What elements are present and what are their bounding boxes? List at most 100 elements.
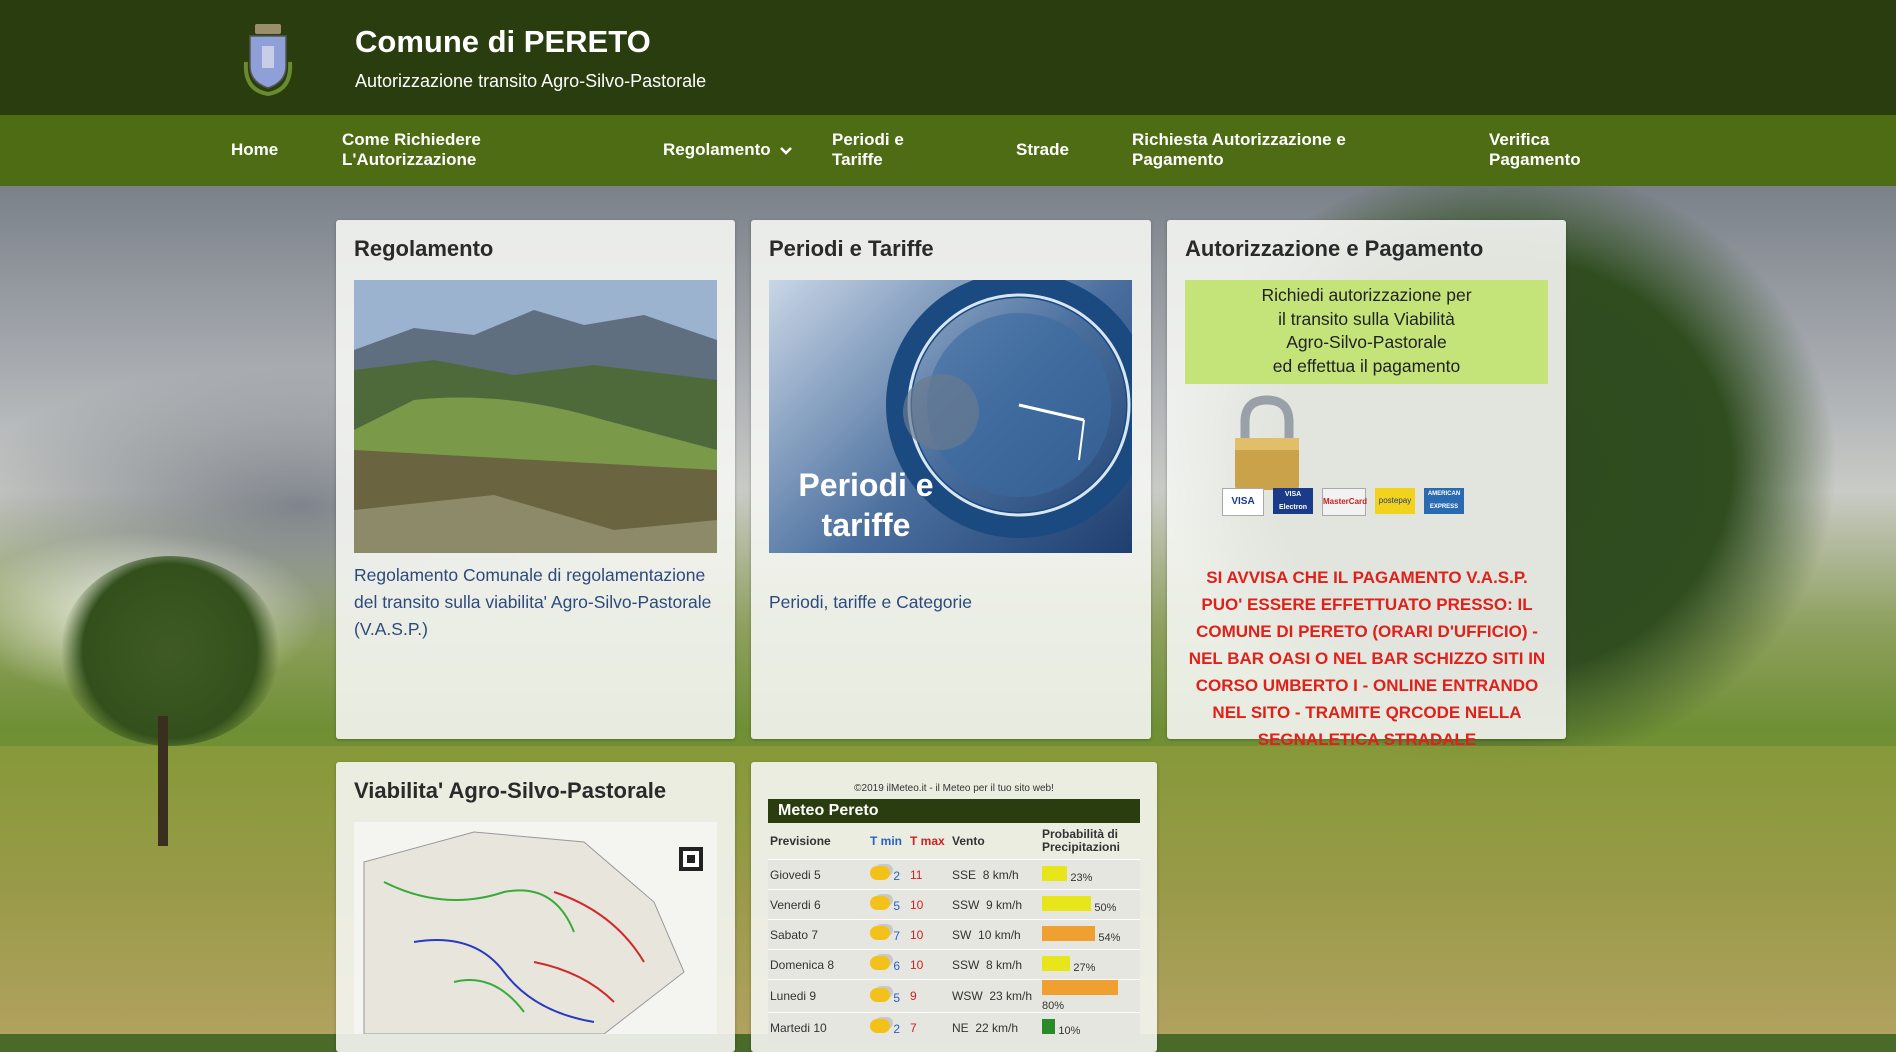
weather-icon	[870, 987, 890, 1002]
weather-icon	[870, 926, 890, 940]
weather-icon	[870, 1019, 890, 1033]
meteo-prob: 27%	[1040, 949, 1140, 980]
meteo-prob: 10%	[1040, 1012, 1140, 1042]
weather-icon	[870, 896, 890, 910]
nav-strade[interactable]: Strade	[1016, 140, 1069, 160]
nav-come-richiedere[interactable]: Come Richiedere L'Autorizzazione	[342, 130, 502, 170]
meteo-prob-label: 54%	[1098, 931, 1121, 944]
meteo-wind: SW 10 km/h	[950, 919, 1040, 950]
meteo-day: Sabato 7	[768, 919, 868, 950]
banner-line: ed effettua il pagamento	[1272, 355, 1461, 376]
meteo-prob: 23%	[1040, 859, 1140, 890]
card-viabilita: Viabilita' Agro-Silvo-Pastorale	[336, 762, 735, 1052]
meteo-wind-speed: 9 km/h	[986, 897, 1023, 912]
postepay-icon: postepay	[1375, 488, 1415, 514]
meteo-tmax: 11	[908, 859, 950, 890]
meteo-credit[interactable]: ©2019 ilMeteo.it - il Meteo per il tuo s…	[768, 779, 1140, 799]
meteo-day: Martedi 10	[768, 1012, 868, 1042]
col-tmin: T min	[870, 833, 902, 848]
mountain-landscape-image[interactable]	[354, 280, 717, 553]
banner-line: Richiedi autorizzazione per	[1261, 285, 1472, 305]
meteo-wind: NE 22 km/h	[950, 1012, 1040, 1042]
nav-regolamento-label: Regolamento	[663, 140, 771, 159]
meteo-prob-label: 80%	[1042, 1000, 1065, 1012]
mastercard-icon: MasterCard	[1322, 488, 1367, 516]
meteo-tmax: 7	[908, 1012, 950, 1042]
meteo-tmax: 10	[908, 949, 950, 980]
meteo-tmax: 9	[908, 979, 950, 1013]
meteo-title[interactable]: Meteo Pereto	[768, 799, 1140, 823]
meteo-tmin: 2	[893, 869, 901, 883]
background-tree-trunk	[158, 716, 168, 846]
periodi-link[interactable]: Periodi, tariffe e Categorie	[769, 589, 972, 616]
site-subtitle: Autorizzazione transito Agro-Silvo-Pasto…	[355, 71, 707, 91]
meteo-prob: 50%	[1040, 889, 1140, 920]
meteo-wind-speed: 22 km/h	[975, 1020, 1019, 1035]
meteo-table: Previsione T min T max Vento Probabilità…	[768, 823, 1140, 1042]
clock-tariffe-image[interactable]: Periodi e tariffe	[769, 280, 1132, 553]
meteo-icon-cell: 6	[868, 949, 908, 980]
col-previsione: Previsione	[770, 833, 831, 848]
precipitation-bar	[1042, 865, 1067, 881]
meteo-wind-speed: 23 km/h	[989, 989, 1033, 1003]
chevron-down-icon	[779, 141, 793, 161]
meteo-wind: SSW 8 km/h	[950, 949, 1040, 980]
precipitation-bar	[1042, 925, 1095, 941]
richiedi-autorizzazione-banner[interactable]: Richiedi autorizzazione per il transito …	[1185, 280, 1548, 384]
nav-richiesta-autorizzazione[interactable]: Richiesta Autorizzazione e Pagamento	[1132, 130, 1352, 170]
meteo-wind-dir: SSE	[952, 867, 977, 882]
nav-periodi-tariffe[interactable]: Periodi e Tariffe	[832, 130, 912, 170]
meteo-row: Lunedi 9 5 9 WSW 23 km/h 80%	[768, 979, 1140, 1013]
card-title: Autorizzazione e Pagamento	[1185, 236, 1484, 261]
card-title: Viabilita' Agro-Silvo-Pastorale	[354, 778, 667, 803]
nav-verifica-pagamento[interactable]: Verifica Pagamento	[1489, 130, 1589, 170]
meteo-icon-cell: 7	[868, 919, 908, 950]
meteo-wind-dir: SSW	[952, 957, 980, 972]
meteo-wind: SSE 8 km/h	[950, 859, 1040, 890]
meteo-prob-label: 50%	[1094, 901, 1117, 914]
meteo-row: Martedi 10 2 7 NE 22 km/h 10%	[768, 1012, 1140, 1042]
regolamento-link[interactable]: Regolamento Comunale di regolamentazione…	[354, 562, 724, 643]
meteo-day: Giovedi 5	[768, 859, 868, 890]
weather-icon	[870, 866, 890, 880]
meteo-wind: SSW 9 km/h	[950, 889, 1040, 920]
visa-electron-icon: VISA Electron	[1273, 488, 1313, 514]
payment-notice: SI AVVISA CHE IL PAGAMENTO V.A.S.P. PUO'…	[1188, 568, 1546, 749]
meteo-wind-dir: WSW	[952, 989, 983, 1003]
precipitation-bar	[1042, 895, 1091, 911]
meteo-wind-dir: SSW	[952, 897, 980, 912]
meteo-row: Domenica 8 6 10 SSW 8 km/h 27%	[768, 949, 1140, 980]
site-title[interactable]: Comune di PERETO	[355, 24, 651, 60]
site-header: Comune di PERETO Autorizzazione transito…	[0, 0, 1896, 115]
meteo-tmax: 10	[908, 889, 950, 920]
precipitation-bar	[1042, 1018, 1055, 1034]
meteo-wind-speed: 8 km/h	[986, 957, 1023, 972]
visa-icon: VISA	[1222, 488, 1264, 516]
meteo-prob: 54%	[1040, 919, 1140, 950]
banner-line: il transito sulla Viabilità	[1278, 308, 1455, 329]
meteo-widget: ©2019 ilMeteo.it - il Meteo per il tuo s…	[768, 779, 1140, 1042]
meteo-wind-dir: SW	[952, 927, 972, 942]
precipitation-bar	[1042, 980, 1118, 995]
col-vento: Vento	[952, 833, 985, 848]
main-nav: Home Come Richiedere L'Autorizzazione Re…	[0, 115, 1896, 186]
meteo-tmin: 5	[893, 899, 901, 913]
meteo-day: Lunedi 9	[768, 979, 868, 1013]
nav-home[interactable]: Home	[231, 140, 278, 160]
meteo-wind-speed: 10 km/h	[978, 927, 1021, 942]
background-lone-tree	[60, 556, 280, 746]
banner-line: Agro-Silvo-Pastorale	[1286, 332, 1447, 352]
meteo-tmin: 5	[893, 990, 901, 1005]
meteo-wind: WSW 23 km/h	[950, 979, 1040, 1013]
meteo-row: Venerdi 6 5 10 SSW 9 km/h 50%	[768, 889, 1140, 920]
meteo-wind-speed: 8 km/h	[982, 867, 1019, 882]
meteo-day: Venerdi 6	[768, 889, 868, 920]
meteo-prob: 80%	[1040, 979, 1140, 1013]
nav-regolamento[interactable]: Regolamento	[663, 140, 793, 161]
meteo-icon-cell: 2	[868, 1012, 908, 1042]
weather-icon	[870, 956, 890, 970]
american-express-icon: AMERICAN EXPRESS	[1424, 488, 1464, 514]
coat-of-arms-logo[interactable]	[242, 22, 294, 97]
viabilita-map-image[interactable]	[354, 822, 717, 1034]
meteo-row: Sabato 7 7 10 SW 10 km/h 54%	[768, 919, 1140, 950]
